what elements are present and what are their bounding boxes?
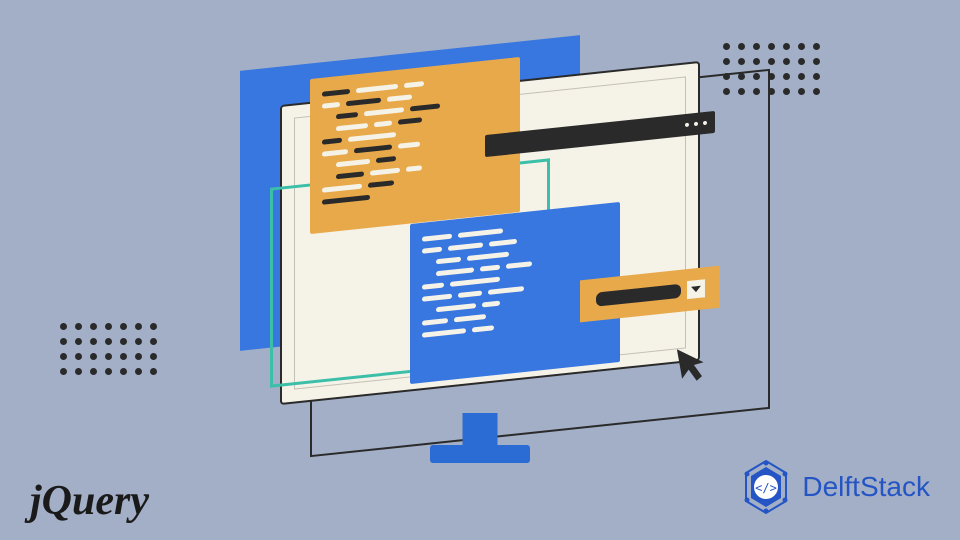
monitor-stand bbox=[430, 413, 530, 463]
jquery-logo: jQuery bbox=[30, 477, 149, 525]
delftstack-logo: </> DelftStack bbox=[738, 459, 930, 515]
delftstack-text: DelftStack bbox=[802, 471, 930, 503]
dot-grid-decoration bbox=[60, 323, 157, 375]
delftstack-badge-icon: </> bbox=[738, 459, 794, 515]
svg-text:</>: </> bbox=[756, 481, 778, 495]
hero-illustration bbox=[200, 23, 760, 463]
chevron-down-icon bbox=[687, 279, 705, 299]
